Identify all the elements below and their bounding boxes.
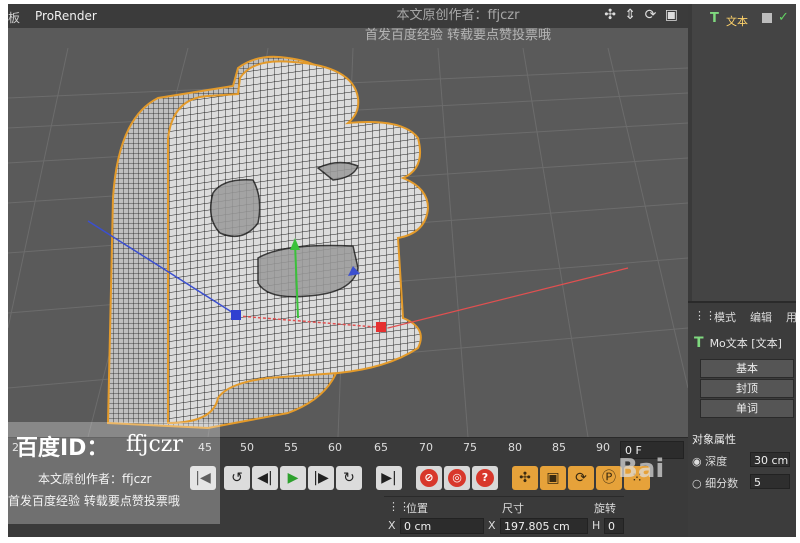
attr-menu-edit[interactable]: 编辑 xyxy=(750,309,772,325)
baidu-id-label: 百度ID： xyxy=(16,436,109,461)
watermark-notice-line: 首发百度经验 转载要点赞投票哦 xyxy=(8,494,180,508)
cinema4d-window: 板 ProRender ✣ ⇕ ⟳ ▣ T 文本 ✓ ⋮⋮ 模式 编辑 用 T … xyxy=(8,4,796,537)
play-icon[interactable]: ▶ xyxy=(280,466,306,490)
question-icon: ? xyxy=(476,469,494,487)
object-row-text[interactable]: T 文本 ✓ xyxy=(692,10,796,30)
maximize-view-icon[interactable]: ▣ xyxy=(665,7,680,23)
pos-x-label: X xyxy=(388,519,396,532)
watermark-bottom: 百度ID： ffjczr 本文原创作者：ffjczr 首发百度经验 转载要点赞投… xyxy=(8,422,220,524)
timeline-tick: 90 xyxy=(596,441,610,454)
autokey-icon: ◎ xyxy=(448,469,466,487)
section-object-properties: 对象属性 xyxy=(692,433,736,446)
menu-item-prorender[interactable]: ProRender xyxy=(35,9,97,23)
attribute-manager: ⋮⋮ 模式 编辑 用 T Mo文本 [文本] 基本 封顶 单词 对象属性 ◉ 深度… xyxy=(688,301,796,537)
timeline-tick: 60 xyxy=(328,441,342,454)
x-axis-handle[interactable] xyxy=(376,322,386,332)
prev-frame-icon[interactable]: ◀| xyxy=(252,466,278,490)
menu-item-panel[interactable]: 板 xyxy=(8,9,20,26)
rot-h-input[interactable]: 0 xyxy=(604,518,624,534)
coordinates-manager: ⋮⋮ 位置 尺寸 旋转 X 0 cm X 197.805 cm H 0 xyxy=(384,496,624,537)
attr-grip-icon: ⋮⋮ xyxy=(694,309,716,322)
tab-caps[interactable]: 封顶 xyxy=(700,379,794,398)
goto-end-icon[interactable]: ▶| xyxy=(376,466,402,490)
attr-object-name: Mo文本 [文本] xyxy=(709,337,782,350)
dolly-view-icon[interactable]: ⇕ xyxy=(624,7,638,23)
text-mesh-front[interactable] xyxy=(167,60,430,425)
size-header: 尺寸 xyxy=(502,502,524,515)
baidu-logo-icon: Bai xyxy=(618,454,665,484)
watermark-author: 本文原创作者：ffjczr xyxy=(396,8,520,23)
viewport-nav-icons[interactable]: ✣ ⇕ ⟳ ▣ xyxy=(604,7,680,23)
perspective-viewport[interactable]: 板 ProRender ✣ ⇕ ⟳ ▣ xyxy=(8,4,688,437)
move-key-icon[interactable]: ✣ xyxy=(512,466,538,490)
timeline-tick: 50 xyxy=(240,441,254,454)
tab-words[interactable]: 单词 xyxy=(700,399,794,418)
watermark-top: 本文原创作者：ffjczr 首发百度经验 转载要点赞投票哦 xyxy=(338,6,578,46)
timeline-tick: 55 xyxy=(284,441,298,454)
move-view-icon[interactable]: ✣ xyxy=(604,7,618,23)
loop-forward-icon[interactable]: ↻ xyxy=(336,466,362,490)
watermark-notice: 首发百度经验 转载要点赞投票哦 xyxy=(364,28,552,43)
timeline-tick: 75 xyxy=(463,441,477,454)
object-manager: T 文本 ✓ xyxy=(692,4,796,304)
attr-menu-mode[interactable]: 模式 xyxy=(714,309,736,325)
scale-key-icon[interactable]: ▣ xyxy=(540,466,566,490)
glyph-hole xyxy=(209,179,261,238)
visibility-tag-icon[interactable] xyxy=(762,13,772,23)
text-object-icon: T xyxy=(694,335,704,351)
size-x-input[interactable]: 197.805 cm xyxy=(500,518,588,534)
attr-menu-user[interactable]: 用 xyxy=(786,309,796,325)
rot-h-label: H xyxy=(592,519,601,532)
attr-object-line: T Mo文本 [文本] xyxy=(694,335,782,351)
watermark-author-line: 本文原创作者：ffjczr xyxy=(38,472,152,486)
loop-back-icon[interactable]: ↺ xyxy=(224,466,250,490)
z-axis-handle[interactable] xyxy=(231,310,241,320)
pos-x-input[interactable]: 0 cm xyxy=(400,518,484,534)
record-keyframe-button[interactable]: ⊘ xyxy=(416,466,442,490)
rotation-header: 旋转 xyxy=(594,502,616,515)
timeline-tick: 70 xyxy=(419,441,433,454)
autokey-button[interactable]: ◎ xyxy=(444,466,470,490)
tab-basic[interactable]: 基本 xyxy=(700,359,794,378)
viewport-scene[interactable] xyxy=(8,28,688,437)
next-frame-icon[interactable]: |▶ xyxy=(308,466,334,490)
timeline-tick: 80 xyxy=(508,441,522,454)
timeline-tick: 85 xyxy=(552,441,566,454)
rotate-view-icon[interactable]: ⟳ xyxy=(645,7,659,23)
subdivision-label: ○ 细分数 xyxy=(692,477,739,490)
keyframe-selection-button[interactable]: ? xyxy=(472,466,498,490)
enabled-check-icon[interactable]: ✓ xyxy=(778,10,789,25)
text-object-icon: T xyxy=(710,11,719,26)
object-name[interactable]: 文本 xyxy=(726,13,748,29)
baidu-user-id: ffjczr xyxy=(126,432,183,457)
subdivision-input[interactable]: 5 xyxy=(750,474,790,489)
timeline-tick: 65 xyxy=(374,441,388,454)
size-x-label: X xyxy=(488,519,496,532)
depth-input[interactable]: 30 cm xyxy=(750,452,790,467)
record-icon: ⊘ xyxy=(420,469,438,487)
rotate-key-icon[interactable]: ⟳ xyxy=(568,466,594,490)
position-header: 位置 xyxy=(406,502,428,515)
